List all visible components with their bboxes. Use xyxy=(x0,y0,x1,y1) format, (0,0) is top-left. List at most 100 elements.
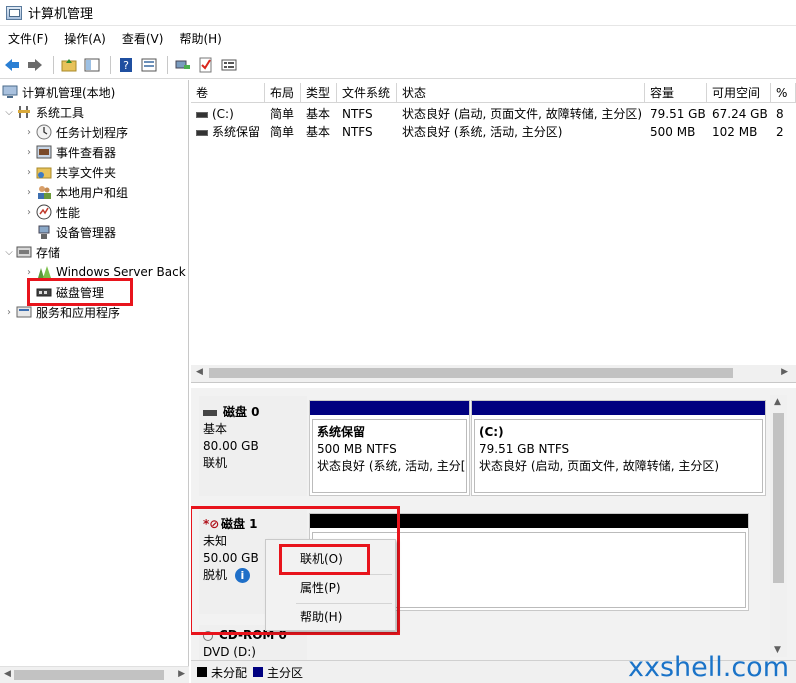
cell-type: 基本 xyxy=(306,107,331,121)
partition-name: 系统保留 xyxy=(317,425,366,439)
tree-item-event-viewer[interactable]: › 事件查看器 xyxy=(22,142,116,162)
tree-horizontal-scrollbar[interactable]: ◀ ▶ xyxy=(0,666,189,683)
column-header-layout[interactable]: 布局 xyxy=(265,83,301,103)
scroll-right-arrow-icon[interactable]: ▶ xyxy=(781,367,788,377)
tree-item-label: 共享文件夹 xyxy=(56,165,117,180)
partition-system-reserved[interactable]: 系统保留 500 MB NTFS 状态良好 (系统, 活动, 主分[ xyxy=(309,400,470,496)
disk-graphical-view: 磁盘 0 基本 80.00 GB 联机 系统保留 500 MB NTFS 状态良… xyxy=(191,388,796,683)
cell-type: 基本 xyxy=(306,125,331,139)
tree-item-local-users[interactable]: › 本地用户和组 xyxy=(22,182,128,202)
cell-status: 状态良好 (系统, 活动, 主分区) xyxy=(402,125,563,139)
cell-capacity: 79.51 GB xyxy=(650,107,706,121)
tree-item-label: Windows Server Back xyxy=(56,265,186,279)
list-icon[interactable] xyxy=(219,55,239,75)
show-hide-tree-icon[interactable] xyxy=(82,55,102,75)
help-icon[interactable]: ? xyxy=(116,55,136,75)
column-header-capacity[interactable]: 容量 xyxy=(645,83,707,103)
column-header-percent[interactable]: % xyxy=(771,83,796,103)
highlight-online xyxy=(279,544,370,575)
chevron-right-icon[interactable]: › xyxy=(2,307,16,318)
menu-item-help[interactable]: 帮助(H) xyxy=(266,606,395,628)
back-icon[interactable] xyxy=(2,55,22,75)
tree-item-performance[interactable]: › 性能 xyxy=(22,202,80,222)
partition-size: 500 MB NTFS xyxy=(317,442,397,456)
chevron-right-icon[interactable]: › xyxy=(22,167,36,178)
up-folder-icon[interactable] xyxy=(59,55,79,75)
connect-icon[interactable] xyxy=(173,55,193,75)
watermark: xxshell.com xyxy=(628,652,789,683)
shared-folder-icon xyxy=(36,164,52,180)
tree-item-label: 服务和应用程序 xyxy=(36,305,121,320)
disk-vertical-scrollbar[interactable]: ▲ ▼ xyxy=(770,395,787,657)
partition-status: 状态良好 (启动, 页面文件, 故障转储, 主分区) xyxy=(479,459,720,473)
chevron-down-icon[interactable]: ⌵ xyxy=(2,107,16,118)
tree-item-system-tools[interactable]: ⌵ 系统工具 xyxy=(2,102,84,122)
partition-bar xyxy=(310,401,469,415)
cell-capacity: 500 MB xyxy=(650,125,696,139)
volume-horizontal-scrollbar[interactable]: ◀ ▶ xyxy=(191,365,796,382)
menu-help[interactable]: 帮助(H) xyxy=(171,27,229,51)
chevron-down-icon[interactable]: ⌵ xyxy=(2,247,16,258)
device-manager-icon xyxy=(36,224,52,240)
legend-unallocated: 未分配 xyxy=(197,664,247,681)
cell-percent: 2 xyxy=(776,125,784,139)
forward-icon[interactable] xyxy=(25,55,45,75)
tree-item-root[interactable]: 计算机管理(本地) xyxy=(2,82,115,102)
tools-icon xyxy=(16,104,32,120)
menu-view[interactable]: 查看(V) xyxy=(114,27,172,51)
scroll-left-arrow-icon[interactable]: ◀ xyxy=(196,367,203,377)
svg-text:?: ? xyxy=(123,59,129,72)
column-header-free-space[interactable]: 可用空间 xyxy=(707,83,771,103)
scroll-left-arrow-icon[interactable]: ◀ xyxy=(4,669,11,679)
disk-type: DVD (D:) xyxy=(203,645,256,659)
tree-item-label: 系统工具 xyxy=(36,105,85,120)
scrollbar-thumb[interactable] xyxy=(209,368,733,378)
storage-icon xyxy=(16,244,32,260)
disk-0-label[interactable]: 磁盘 0 基本 80.00 GB 联机 xyxy=(199,396,307,496)
tree-item-shared-folders[interactable]: › 共享文件夹 xyxy=(22,162,116,182)
column-header-filesystem[interactable]: 文件系统 xyxy=(337,83,397,103)
toolbar: ? xyxy=(0,51,796,79)
highlight-disk-management xyxy=(27,278,133,306)
chevron-right-icon[interactable]: › xyxy=(22,207,36,218)
services-icon xyxy=(16,304,32,320)
tree-item-label: 计算机管理(本地) xyxy=(22,85,116,100)
scrollbar-thumb[interactable] xyxy=(773,413,784,583)
menu-file[interactable]: 文件(F) xyxy=(0,27,56,51)
menu-item-properties[interactable]: 属性(P) xyxy=(266,577,395,599)
legend-swatch xyxy=(197,667,207,677)
chevron-right-icon[interactable]: › xyxy=(22,267,36,278)
scroll-up-arrow-icon[interactable]: ▲ xyxy=(774,397,781,407)
drive-icon xyxy=(196,129,208,136)
partition-bar xyxy=(472,401,765,415)
toolbar-separator xyxy=(167,55,168,74)
tree-item-task-scheduler[interactable]: › 任务计划程序 xyxy=(22,122,128,142)
tree-item-device-manager[interactable]: 设备管理器 xyxy=(36,222,116,242)
cell-free-space: 67.24 GB xyxy=(712,107,768,121)
tree-item-storage[interactable]: ⌵ 存储 xyxy=(2,242,60,262)
column-header-status[interactable]: 状态 xyxy=(397,83,645,103)
table-row[interactable]: (C:) 简单 基本 NTFS 状态良好 (启动, 页面文件, 故障转储, 主分… xyxy=(191,105,796,123)
cell-volume: (C:) xyxy=(191,105,265,123)
column-header-type[interactable]: 类型 xyxy=(301,83,337,103)
chevron-right-icon[interactable]: › xyxy=(22,187,36,198)
scrollbar-thumb[interactable] xyxy=(14,670,164,680)
menu-action[interactable]: 操作(A) xyxy=(56,27,114,51)
menu-bar: 文件(F) 操作(A) 查看(V) 帮助(H) xyxy=(0,27,796,51)
partition-c[interactable]: (C:) 79.51 GB NTFS 状态良好 (启动, 页面文件, 故障转储,… xyxy=(471,400,766,496)
cell-percent: 8 xyxy=(776,107,784,121)
disk-name: 磁盘 0 xyxy=(203,404,303,421)
disk-size: 80.00 GB xyxy=(203,439,259,453)
cell-status: 状态良好 (启动, 页面文件, 故障转储, 主分区) xyxy=(402,107,643,121)
table-row[interactable]: 系统保留 简单 基本 NTFS 状态良好 (系统, 活动, 主分区) 500 M… xyxy=(191,123,796,141)
properties-icon[interactable] xyxy=(139,55,159,75)
scroll-right-arrow-icon[interactable]: ▶ xyxy=(178,669,185,679)
window-title: 计算机管理 xyxy=(28,7,94,22)
tree-item-label: 性能 xyxy=(56,205,81,220)
check-icon[interactable] xyxy=(196,55,216,75)
tree-item-label: 事件查看器 xyxy=(56,145,117,160)
chevron-right-icon[interactable]: › xyxy=(22,127,36,138)
column-header-volume[interactable]: 卷 xyxy=(191,83,265,103)
tree-item-label: 存储 xyxy=(36,245,61,260)
chevron-right-icon[interactable]: › xyxy=(22,147,36,158)
